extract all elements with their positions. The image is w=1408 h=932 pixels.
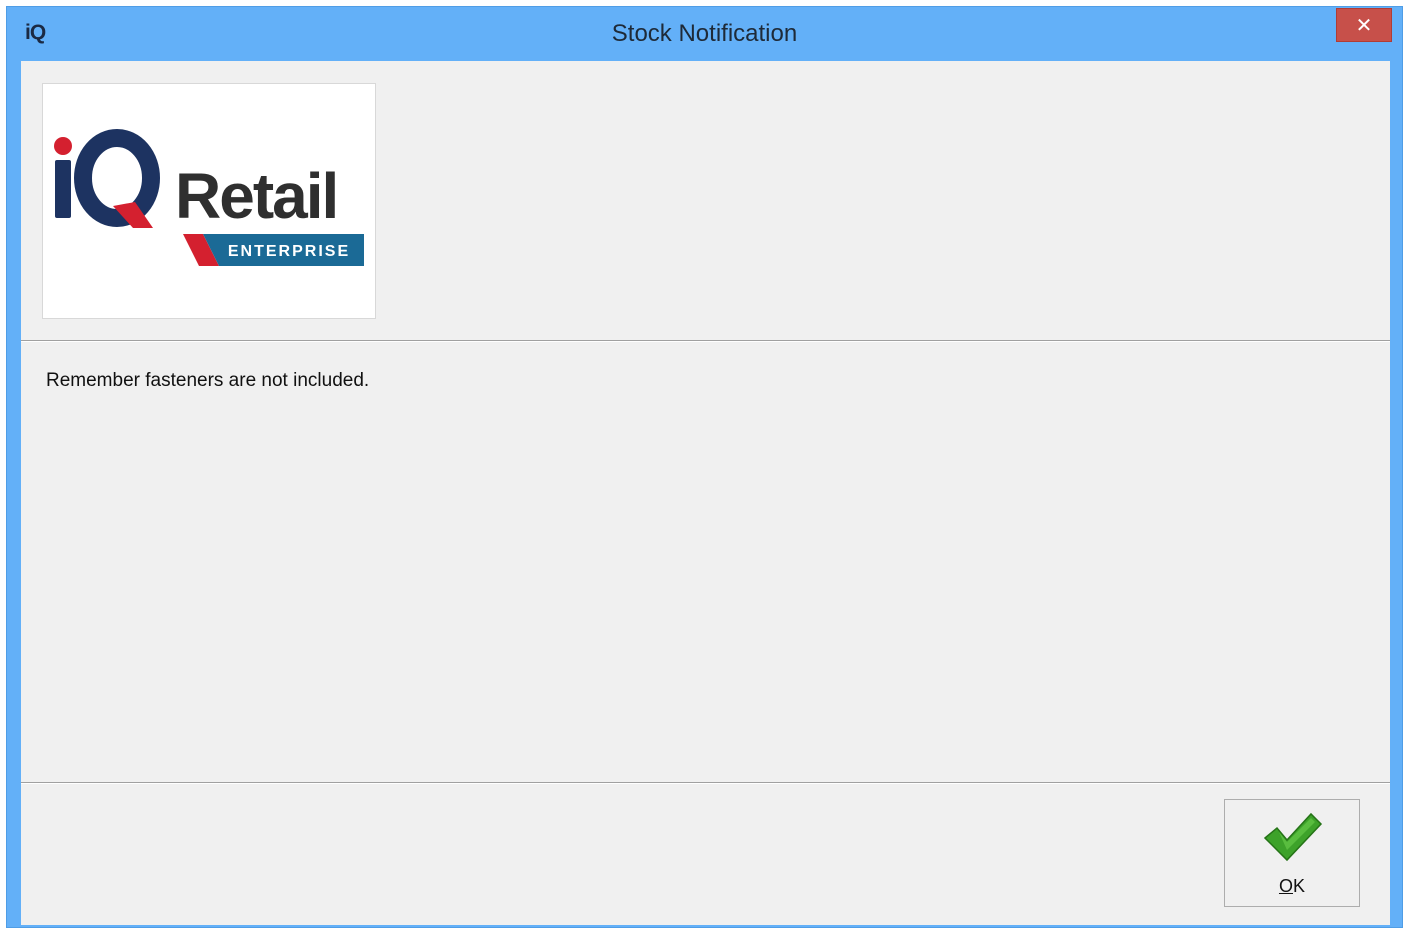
header-divider — [21, 340, 1390, 342]
stock-notification-window: iQ Stock Notification ✕ Retail ENTERPRIS… — [6, 6, 1403, 928]
close-icon: ✕ — [1355, 14, 1373, 37]
enterprise-label: ENTERPRISE — [228, 243, 350, 260]
title-bar[interactable]: iQ Stock Notification ✕ — [7, 7, 1402, 61]
window-title: Stock Notification — [611, 20, 798, 47]
ok-button-label: OK — [1278, 876, 1306, 896]
green-checkmark-icon — [1263, 812, 1323, 862]
footer-divider — [21, 782, 1390, 784]
ok-button[interactable]: OK — [1224, 799, 1360, 907]
close-button[interactable]: ✕ — [1336, 8, 1392, 42]
notification-message: Remember fasteners are not included. — [46, 370, 370, 391]
iq-retail-logo-graphic: Retail ENTERPRISE — [54, 129, 364, 266]
dialog-client-area: Retail ENTERPRISE Remember fasteners are… — [21, 61, 1390, 925]
iq-retail-enterprise-logo: Retail ENTERPRISE — [42, 83, 376, 319]
retail-wordmark: Retail — [175, 160, 337, 232]
